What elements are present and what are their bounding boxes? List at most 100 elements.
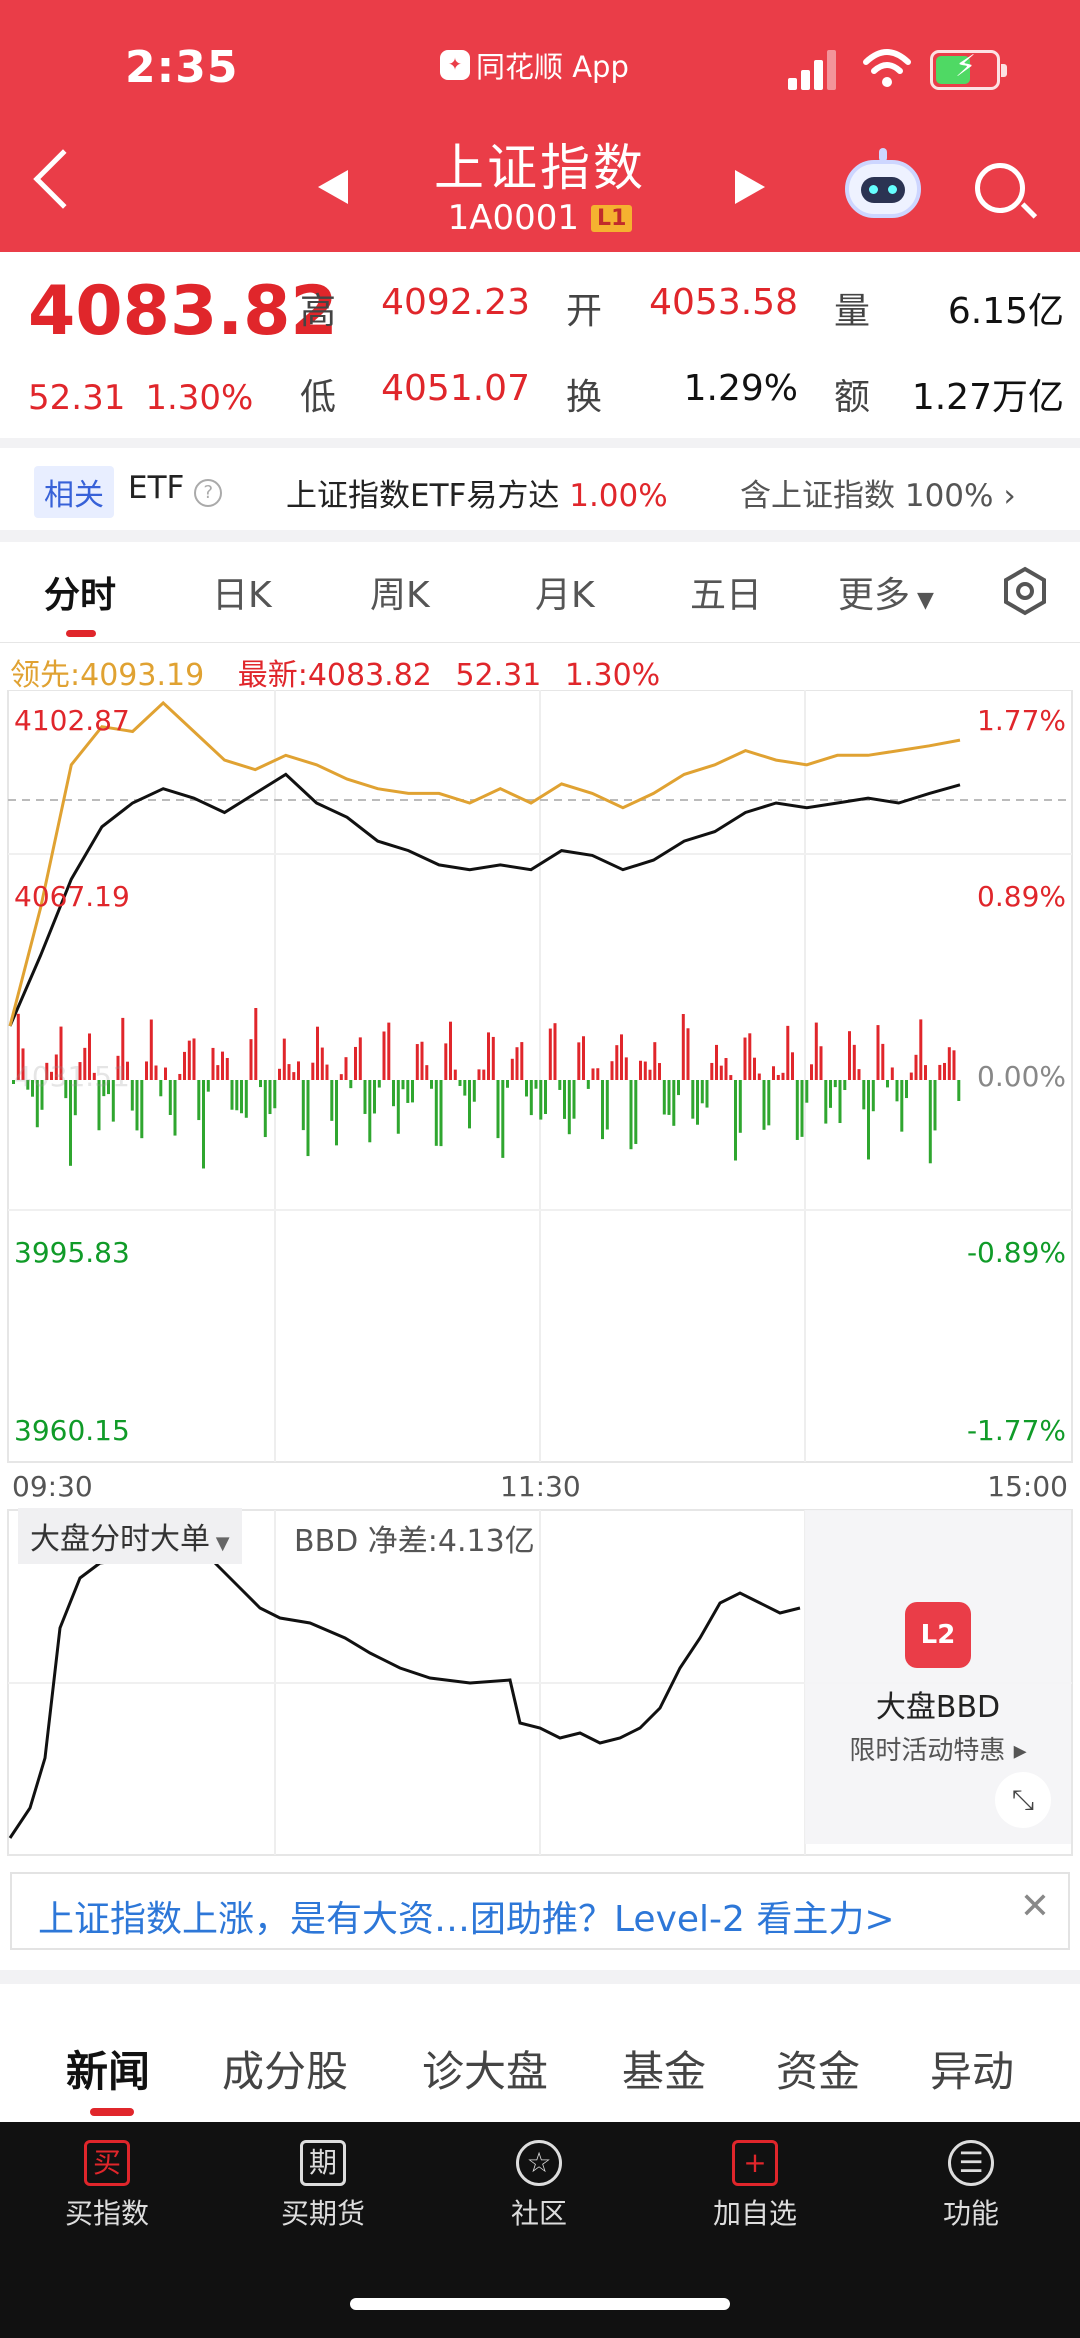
sell-volume-bar bbox=[824, 1080, 828, 1124]
search-icon[interactable] bbox=[975, 163, 1025, 213]
intraday-chart[interactable] bbox=[0, 690, 1080, 1470]
sell-volume-bar bbox=[268, 1080, 272, 1115]
buy-volume-bar bbox=[819, 1046, 823, 1080]
sell-volume-bar bbox=[672, 1080, 676, 1126]
bbd-promo[interactable]: L2 大盘BBD 限时活动特惠 ▸ ⤡ bbox=[805, 1510, 1071, 1844]
battery-icon: ⚡ bbox=[930, 49, 1007, 90]
tab-anomaly[interactable]: 异动 bbox=[930, 2038, 1014, 2099]
buy-volume-bar bbox=[857, 1069, 861, 1080]
buy-volume-bar bbox=[648, 1069, 652, 1080]
divider bbox=[0, 530, 1080, 542]
sell-volume-bar bbox=[396, 1080, 400, 1134]
sell-volume-bar bbox=[567, 1080, 571, 1135]
buy-volume-bar bbox=[624, 1057, 628, 1080]
nav-buy-futures-label: 买期货 bbox=[280, 2197, 365, 2230]
nav-buy-index[interactable]: 买买指数 bbox=[32, 2140, 182, 2232]
buy-volume-bar bbox=[415, 1044, 419, 1080]
sell-volume-bar bbox=[230, 1080, 234, 1110]
lead-label: 领先: bbox=[10, 658, 81, 693]
buy-volume-bar bbox=[382, 1031, 386, 1080]
buy-volume-bar bbox=[164, 1067, 167, 1080]
sell-volume-bar bbox=[738, 1080, 742, 1133]
nav-functions-label: 功能 bbox=[942, 2197, 999, 2230]
price-change: 52.31 1.30% bbox=[28, 378, 273, 418]
close-icon[interactable]: ✕ bbox=[1020, 1886, 1050, 1927]
buy-volume-bar bbox=[719, 1065, 723, 1080]
tab-five-day[interactable]: 五日 bbox=[690, 566, 762, 618]
pct-label-top: 1.77% bbox=[977, 704, 1066, 737]
high-label: 高 bbox=[300, 291, 337, 332]
buy-volume-bar bbox=[681, 1014, 685, 1080]
bbd-label: 大盘分时大单 bbox=[30, 1522, 210, 1557]
bbd-net: BBD 净差:4.13亿 bbox=[294, 1524, 535, 1559]
etf-pct: 1.00% bbox=[569, 478, 668, 514]
tab-more[interactable]: 更多 ▼ bbox=[838, 566, 934, 618]
sell-volume-bar bbox=[867, 1080, 870, 1160]
buy-volume-bar bbox=[743, 1037, 747, 1080]
tab-funds[interactable]: 基金 bbox=[622, 2038, 706, 2099]
tab-news[interactable]: 新闻 bbox=[66, 2038, 150, 2099]
sell-volume-bar bbox=[629, 1080, 633, 1150]
promo-subtitle-text: 限时活动特惠 bbox=[849, 1736, 1006, 1766]
y-label-bottom: 3960.15 bbox=[14, 1414, 130, 1447]
buy-volume-bar bbox=[791, 1052, 794, 1080]
sell-volume-bar bbox=[833, 1080, 837, 1088]
amt-value: 1.27万亿 bbox=[911, 377, 1064, 418]
nav-add-watchlist[interactable]: + 加自选 bbox=[680, 2140, 830, 2232]
buy-volume-bar bbox=[582, 1036, 585, 1080]
sell-volume-bar bbox=[529, 1080, 533, 1116]
tab-capital[interactable]: 资金 bbox=[776, 2038, 860, 2099]
nav-buy-futures[interactable]: 期买期货 bbox=[248, 2140, 398, 2232]
buy-volume-bar bbox=[282, 1038, 286, 1080]
sell-volume-bar bbox=[563, 1080, 566, 1119]
sell-volume-bar bbox=[439, 1080, 443, 1147]
tab-diagnose[interactable]: 诊大盘 bbox=[422, 2038, 548, 2099]
nav-buy-index-label: 买指数 bbox=[64, 2197, 149, 2230]
tab-intraday[interactable]: 分时 bbox=[44, 566, 116, 618]
settings-icon[interactable] bbox=[1000, 566, 1050, 616]
pct-label-upper: 0.89% bbox=[977, 880, 1066, 913]
robot-assistant-icon[interactable] bbox=[845, 148, 921, 218]
expand-icon[interactable]: ⤡ bbox=[995, 1772, 1051, 1828]
new-value: 4083.82 bbox=[307, 658, 432, 693]
hold-info[interactable]: 含上证指数 100% › bbox=[740, 470, 1016, 515]
open-value: 4053.58 bbox=[649, 282, 798, 323]
sell-volume-bar bbox=[534, 1080, 538, 1089]
tab-daily-k[interactable]: 日K bbox=[212, 566, 272, 618]
hold-label: 含上证指数 bbox=[740, 478, 895, 514]
low-label: 低 bbox=[300, 377, 337, 418]
sell-volume-bar bbox=[734, 1080, 737, 1161]
sell-volume-bar bbox=[601, 1080, 604, 1140]
tab-components[interactable]: 成分股 bbox=[222, 2038, 348, 2099]
sell-volume-bar bbox=[525, 1080, 528, 1097]
sell-volume-bar bbox=[434, 1080, 438, 1146]
status-app: ✦ 同花顺 App bbox=[440, 44, 629, 86]
etf-label[interactable]: ETF ? bbox=[128, 470, 223, 507]
sell-volume-bar bbox=[662, 1080, 666, 1115]
sell-volume-bar bbox=[933, 1080, 937, 1131]
chart-legend: 领先:4093.19 最新:4083.82 52.31 1.30% bbox=[10, 650, 660, 694]
sell-volume-bar bbox=[691, 1080, 695, 1119]
sell-volume-bar bbox=[862, 1080, 866, 1110]
nav-functions[interactable]: ☰ 功能 bbox=[896, 2140, 1046, 2232]
help-icon[interactable]: ? bbox=[194, 479, 223, 507]
sell-volume-bar bbox=[805, 1080, 809, 1103]
tab-monthly-k[interactable]: 月K bbox=[535, 566, 595, 618]
tab-weekly-k[interactable]: 周K bbox=[370, 566, 430, 618]
nav-community[interactable]: ☆ 社区 bbox=[464, 2140, 614, 2232]
level2-banner[interactable]: 上证指数上涨，是有大资…团助推？Level-2 看主力> ✕ bbox=[10, 1872, 1070, 1950]
wifi-icon bbox=[863, 49, 911, 87]
sell-volume-bar bbox=[330, 1080, 334, 1121]
buy-volume-bar bbox=[781, 1072, 785, 1080]
vol-label: 量 bbox=[834, 291, 871, 332]
sell-volume-bar bbox=[140, 1080, 144, 1139]
etf-link[interactable]: 上证指数ETF易方达 1.00% bbox=[286, 470, 668, 515]
sell-volume-bar bbox=[263, 1080, 267, 1138]
sell-volume-bar bbox=[240, 1080, 243, 1114]
app-logo-icon: ✦ bbox=[440, 50, 470, 80]
buy-volume-bar bbox=[221, 1051, 224, 1080]
buy-volume-bar bbox=[596, 1068, 600, 1080]
sell-volume-bar bbox=[605, 1080, 609, 1130]
buy-volume-bar bbox=[183, 1051, 186, 1080]
bbd-selector[interactable]: 大盘分时大单 ▼ bbox=[18, 1508, 242, 1564]
